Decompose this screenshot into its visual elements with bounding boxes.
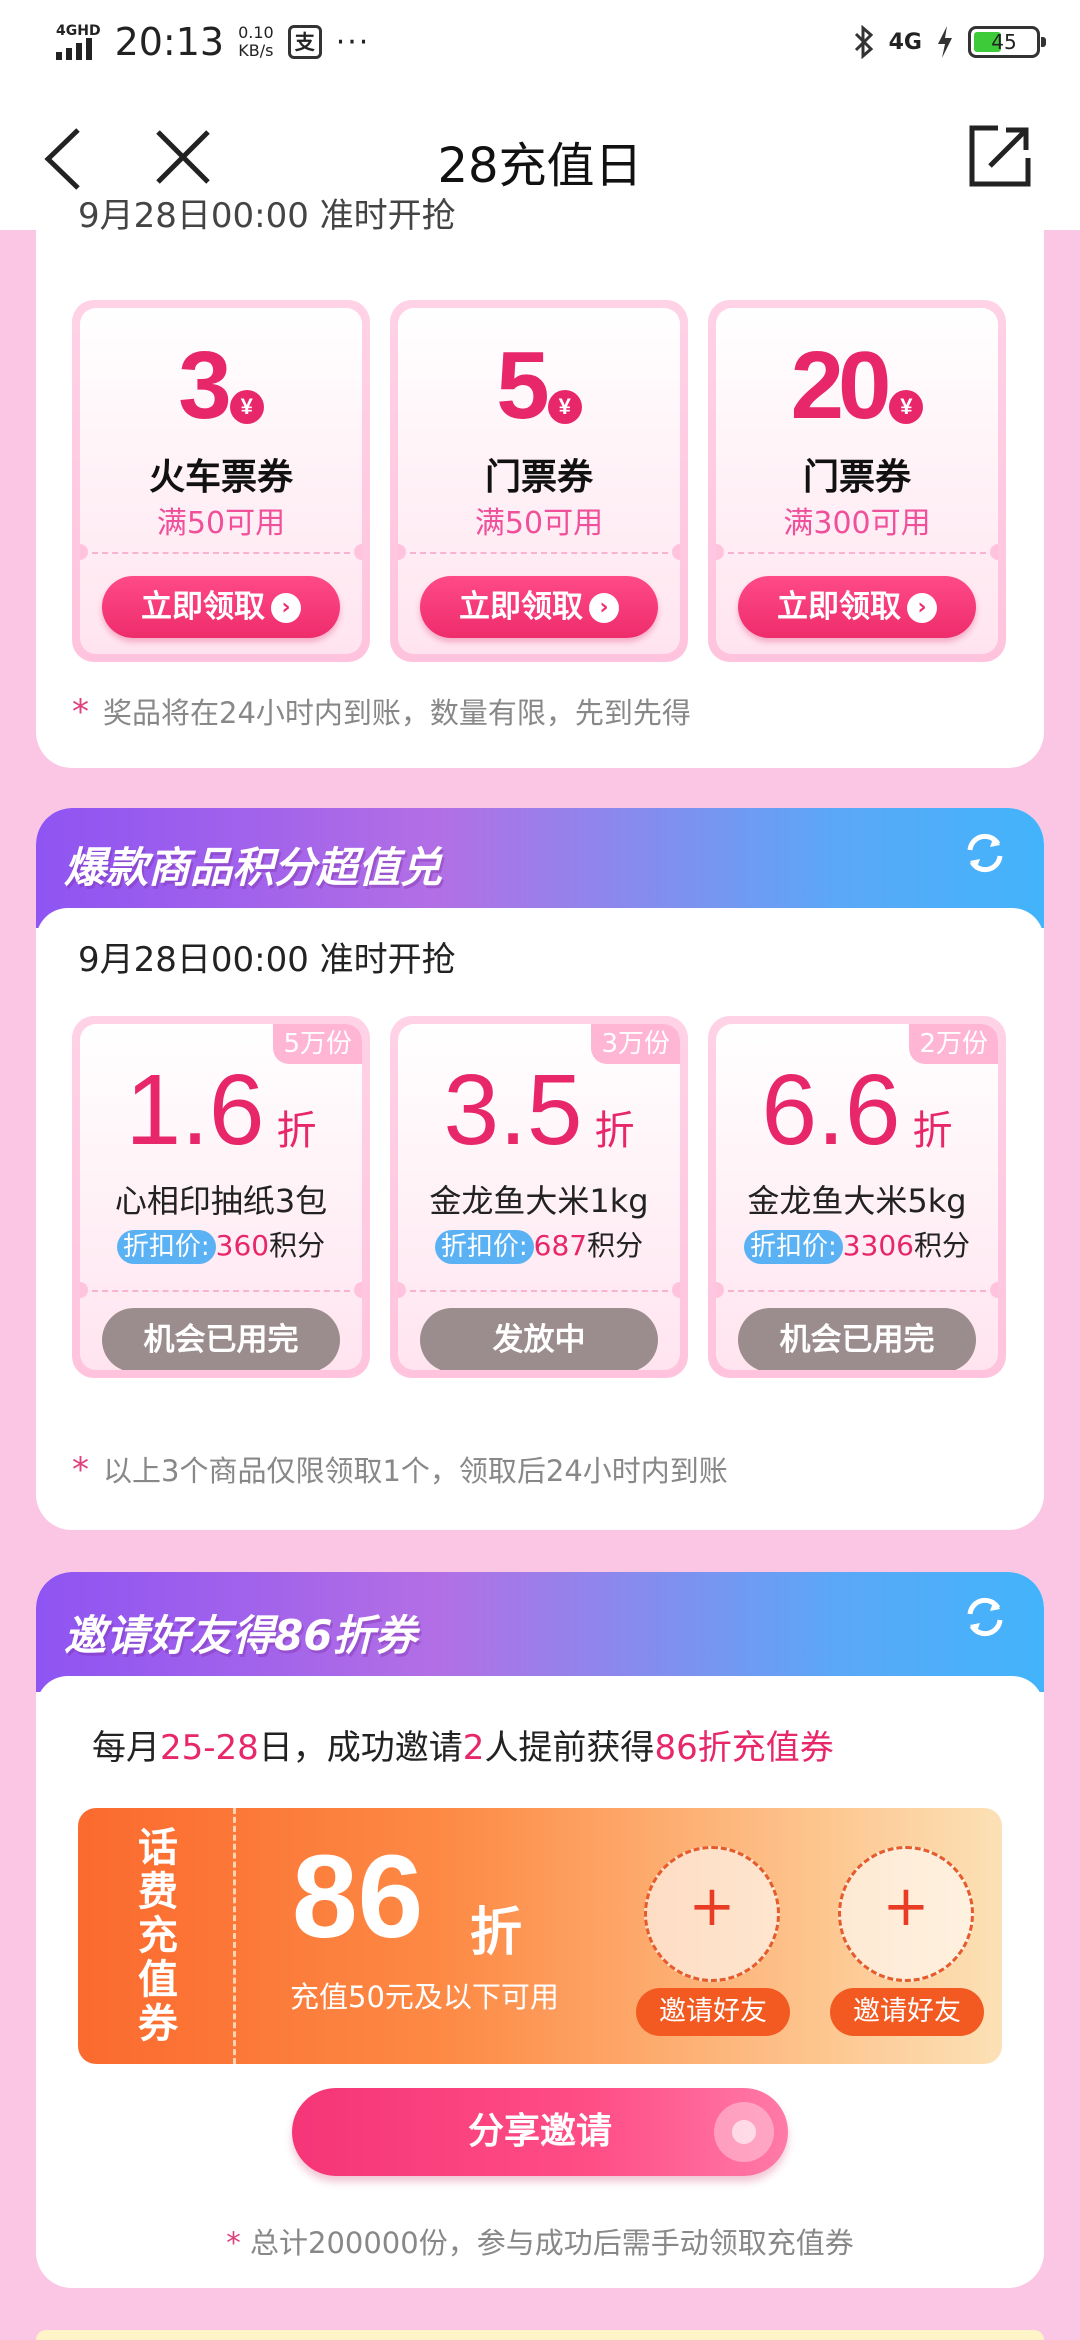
points-exchange-card: 爆款商品积分超值兑 9月28日00:00 准时开抢 5万份 1.6 折 心相印抽纸…: [36, 808, 1044, 1530]
invite-slot[interactable]: +: [644, 1846, 780, 1982]
invite-friend-label[interactable]: 邀请好友: [830, 1988, 984, 2036]
arrow-right-icon: ›: [907, 593, 937, 623]
product-quantity: 5万份: [273, 1024, 362, 1064]
status-time: 20:13: [114, 20, 225, 64]
bluetooth-icon: [854, 25, 873, 59]
invite-section-header: 邀请好友得86折券: [36, 1572, 1044, 1692]
coupon-name: 门票券: [484, 457, 593, 498]
coupon-amount: 3 ¥: [80, 338, 362, 434]
product-item: 5万份 1.6 折 心相印抽纸3包 折扣价: 360积分 机会已用完: [72, 1016, 370, 1378]
product-quantity: 2万份: [909, 1024, 998, 1064]
yen-icon: ¥: [229, 390, 264, 424]
refresh-icon[interactable]: [962, 1594, 1008, 1640]
page-title: 28充值日: [437, 138, 643, 194]
coupon-name: 火车票券: [148, 457, 293, 498]
ticket-discount: 86: [292, 1831, 424, 1963]
redeem-button[interactable]: 机会已用完: [102, 1308, 340, 1370]
battery-icon: 45: [968, 26, 1046, 58]
arrow-right-icon: ›: [271, 593, 301, 623]
product-name: 心相印抽纸3包: [114, 1182, 328, 1220]
invite-note: * 总计200000份，参与成功后需手动领取充值券: [226, 2226, 854, 2260]
plus-icon: +: [688, 1874, 736, 1939]
claim-button[interactable]: 立即领取 ›: [420, 576, 658, 638]
product-discount: 1.6 折: [125, 1054, 317, 1166]
product-price: 折扣价: 360积分: [80, 1224, 362, 1264]
coupon-name: 门票券: [802, 457, 911, 498]
coupon-card: 9月28日00:00 准时开抢 3 ¥ 火车票券 满50可用 立即领取 › 5 ¥ 门…: [36, 196, 1044, 768]
invite-friend-label[interactable]: 邀请好友: [636, 1988, 790, 2036]
product-name: 金龙鱼大米1kg: [429, 1182, 649, 1220]
asterisk-icon: *: [226, 2226, 250, 2260]
network-type: 4G: [888, 29, 922, 55]
claim-button[interactable]: 立即领取 ›: [102, 576, 340, 638]
speed-unit: KB/s: [238, 41, 274, 60]
recharge-ticket: 话费充值券 86 折 充值50元及以下可用 + 邀请好友 + 邀请好友: [78, 1808, 1002, 2064]
battery-level: 45: [991, 30, 1017, 54]
invite-slot[interactable]: +: [838, 1846, 974, 1982]
network-speed: 0.10 KB/s: [238, 24, 274, 60]
more-notifications-icon: ···: [335, 24, 371, 60]
alipay-notification-icon: 支: [287, 25, 322, 59]
points-section-title: 爆款商品积分超值兑: [64, 843, 443, 892]
points-note: * 以上3个商品仅限领取1个，领取后24小时内到账: [72, 1450, 728, 1490]
share-knob-icon: [714, 2102, 774, 2162]
asterisk-icon: *: [72, 692, 89, 732]
points-date-line: 9月28日00:00 准时开抢: [78, 940, 456, 980]
share-invite-button[interactable]: 分享邀请: [292, 2088, 788, 2176]
coupon-condition: 满50可用: [474, 506, 604, 541]
share-icon[interactable]: [968, 124, 1032, 188]
coupon-amount: 20 ¥: [716, 338, 998, 434]
plus-icon: +: [882, 1874, 930, 1939]
coupon-item: 5 ¥ 门票券 满50可用 立即领取 ›: [390, 300, 688, 662]
redeem-button[interactable]: 发放中: [420, 1308, 658, 1370]
coupon-condition: 满300可用: [783, 506, 931, 541]
arrow-right-icon: ›: [589, 593, 619, 623]
yen-icon: ¥: [889, 390, 924, 424]
ticket-stub-label: 话费充值券: [138, 1825, 178, 2047]
coupon-item: 20 ¥ 门票券 满300可用 立即领取 ›: [708, 300, 1006, 662]
coupon-amount: 5 ¥: [398, 338, 680, 434]
coupon-item: 3 ¥ 火车票券 满50可用 立即领取 ›: [72, 300, 370, 662]
product-item: 3万份 3.5 折 金龙鱼大米1kg 折扣价: 687积分 发放中: [390, 1016, 688, 1378]
redeem-button[interactable]: 机会已用完: [738, 1308, 976, 1370]
ticket-discount-unit: 折: [470, 1903, 523, 1963]
yen-icon: ¥: [547, 390, 582, 424]
product-discount: 6.6 折: [761, 1054, 953, 1166]
product-discount: 3.5 折: [443, 1054, 635, 1166]
product-price: 折扣价: 687积分: [398, 1224, 680, 1264]
asterisk-icon: *: [72, 1450, 89, 1490]
claim-button[interactable]: 立即领取 ›: [738, 576, 976, 638]
refresh-icon[interactable]: [962, 830, 1008, 876]
signal-bars-icon: [56, 38, 92, 60]
next-card-peek: [36, 2330, 1044, 2340]
signal-indicator: 4GHD: [56, 24, 101, 60]
product-name: 金龙鱼大米5kg: [747, 1182, 967, 1220]
invite-description: 每月25-28日，成功邀请2人提前获得86折充值券: [92, 1728, 834, 1768]
coupon-note: * 奖品将在24小时内到账，数量有限，先到先得: [72, 692, 691, 732]
speed-value: 0.10: [238, 23, 274, 42]
product-item: 2万份 6.6 折 金龙鱼大米5kg 折扣价: 3306积分 机会已用完: [708, 1016, 1006, 1378]
points-section-body: 9月28日00:00 准时开抢 5万份 1.6 折 心相印抽纸3包 折扣价: 360…: [36, 908, 1044, 1530]
product-quantity: 3万份: [591, 1024, 680, 1064]
ticket-condition: 充值50元及以下可用: [290, 1980, 559, 2014]
product-price: 折扣价: 3306积分: [716, 1224, 998, 1264]
status-bar: 4GHD 20:13 0.10 KB/s 支 ··· 4G 45: [0, 0, 1080, 84]
network-label: 4GHD: [56, 23, 101, 39]
charging-icon: [938, 26, 952, 58]
invite-section-title: 邀请好友得86折券: [64, 1611, 417, 1660]
coupon-condition: 满50可用: [156, 506, 286, 541]
invite-card: 邀请好友得86折券 每月25-28日，成功邀请2人提前获得86折充值券 话费充值…: [36, 1572, 1044, 2288]
coupon-date-line: 9月28日00:00 准时开抢: [78, 196, 456, 236]
